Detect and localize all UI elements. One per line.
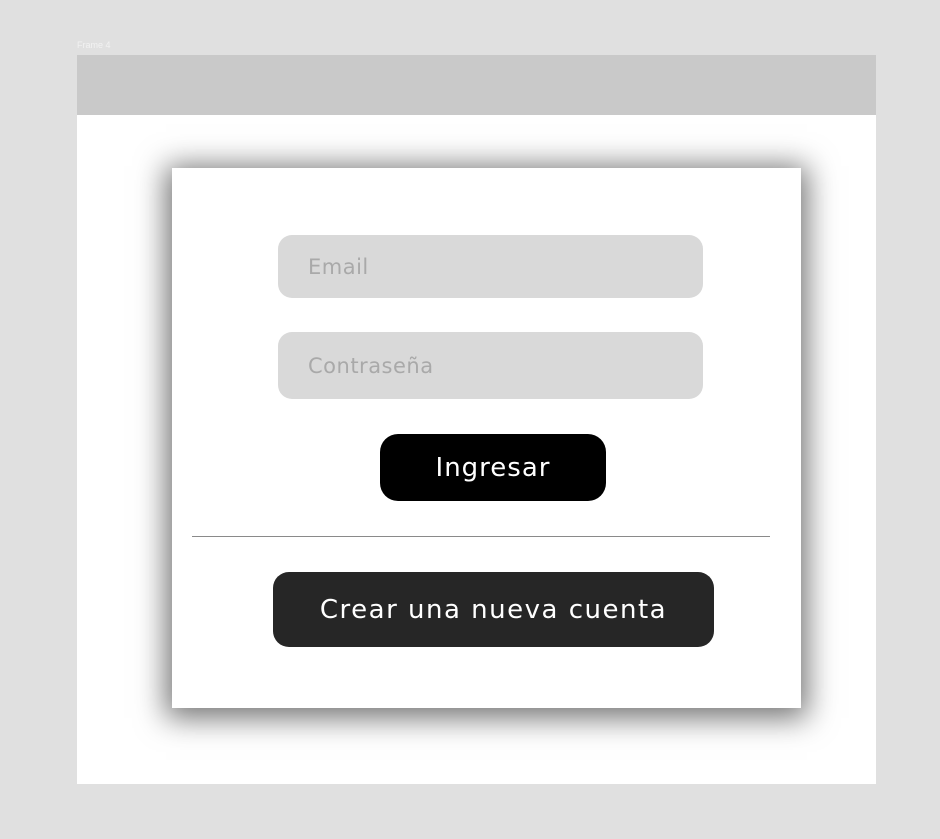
create-account-button-label: Crear una nueva cuenta [319, 594, 668, 625]
password-placeholder: Contraseña [308, 353, 434, 378]
login-button[interactable]: Ingresar [380, 434, 606, 501]
divider [192, 536, 770, 537]
frame-label: Frame 4 [77, 40, 111, 50]
header-bar [77, 55, 876, 115]
create-account-button[interactable]: Crear una nueva cuenta [273, 572, 714, 647]
email-field[interactable]: Email [278, 235, 703, 298]
login-card: Email Contraseña Ingresar Crear una nuev… [172, 168, 801, 708]
email-placeholder: Email [308, 254, 369, 279]
password-field[interactable]: Contraseña [278, 332, 703, 399]
login-button-label: Ingresar [435, 452, 551, 483]
frame: Email Contraseña Ingresar Crear una nuev… [77, 55, 876, 784]
